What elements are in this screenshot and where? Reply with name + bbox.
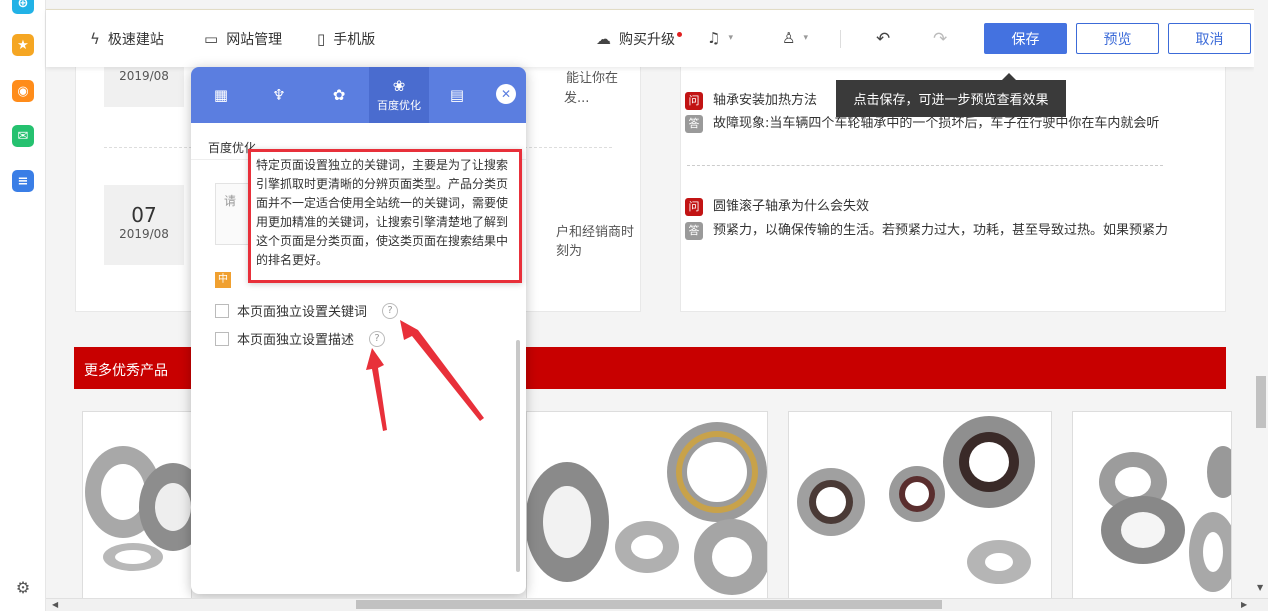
vertical-scrollbar[interactable] [1254, 0, 1268, 598]
scroll-right-arrow[interactable]: ▶ [1241, 600, 1247, 609]
horizontal-scroll-thumb[interactable] [356, 600, 942, 609]
annotation-arrows [366, 320, 484, 431]
scroll-left-arrow[interactable]: ◀ [52, 600, 58, 609]
arrow-annotation [366, 320, 484, 431]
vertical-scroll-thumb[interactable] [1256, 376, 1266, 428]
scroll-down-arrow[interactable]: ▼ [1257, 583, 1263, 592]
